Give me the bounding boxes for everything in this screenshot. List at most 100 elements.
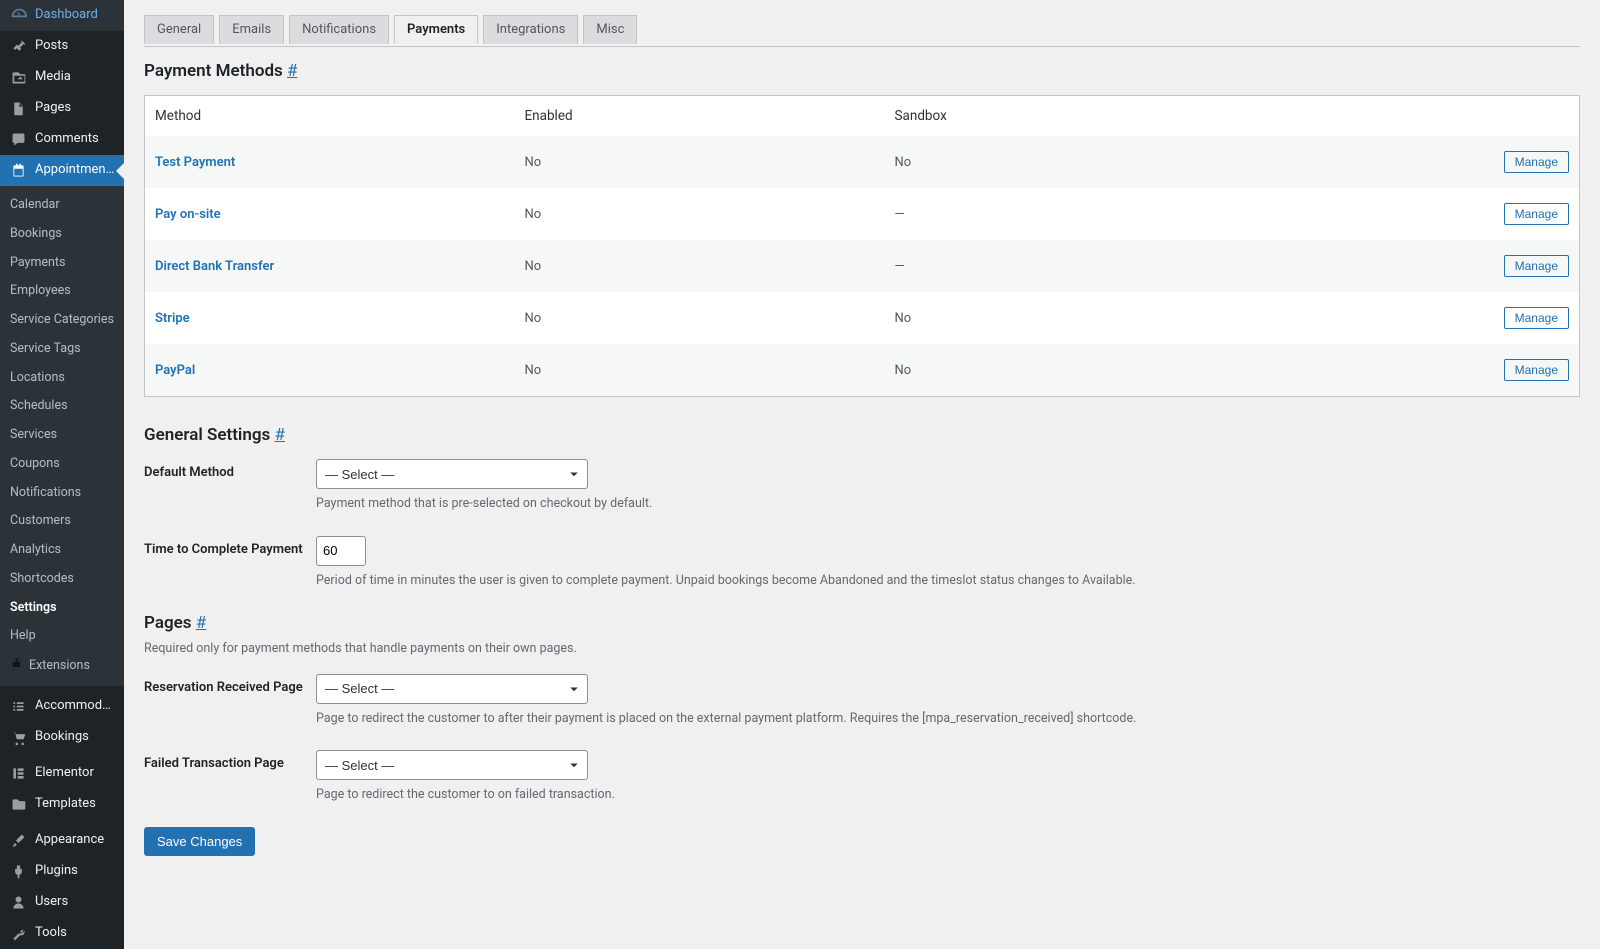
default-method-desc: Payment method that is pre-selected on c… (316, 495, 1580, 514)
submenu-item-service-categories[interactable]: Service Categories (0, 306, 124, 335)
sandbox-cell: No (885, 136, 1255, 188)
sidebar-item-users[interactable]: Users (0, 887, 124, 918)
list-icon (10, 698, 27, 715)
submenu-item-payments[interactable]: Payments (0, 249, 124, 278)
submenu-item-analytics[interactable]: Analytics (0, 536, 124, 565)
reservation-page-row: Reservation Received Page — Select — Pag… (144, 674, 1580, 729)
col-sandbox-header: Sandbox (885, 96, 1255, 137)
sidebar-item-appearance[interactable]: Appearance (0, 825, 124, 856)
enabled-cell: No (515, 136, 885, 188)
save-changes-button[interactable]: Save Changes (144, 827, 255, 856)
reservation-page-desc: Page to redirect the customer to after t… (316, 710, 1580, 729)
manage-button[interactable]: Manage (1504, 307, 1569, 329)
pages-icon (10, 100, 27, 117)
submenu-item-services[interactable]: Services (0, 421, 124, 450)
sidebar-item-tools[interactable]: Tools (0, 918, 124, 949)
sidebar-item-label: Media (35, 69, 71, 86)
time-to-complete-desc: Period of time in minutes the user is gi… (316, 572, 1580, 591)
tab-general[interactable]: General (144, 15, 214, 44)
col-enabled-header: Enabled (515, 96, 885, 137)
table-row: Test Payment NoNo Manage (145, 136, 1580, 188)
tab-integrations[interactable]: Integrations (483, 15, 578, 44)
sidebar-item-label: Tools (35, 925, 67, 942)
submenu-item-shortcodes[interactable]: Shortcodes (0, 565, 124, 594)
enabled-cell: No (515, 292, 885, 344)
method-link[interactable]: Test Payment (155, 155, 235, 170)
sidebar-item-label: Templates (35, 796, 96, 813)
cart-icon (10, 729, 27, 746)
payment-methods-heading: Payment Methods # (144, 61, 1580, 81)
failed-page-select[interactable]: — Select — (316, 750, 588, 780)
submenu-item-calendar[interactable]: Calendar (0, 191, 124, 220)
pages-heading: Pages # (144, 613, 1580, 633)
reservation-page-select[interactable]: — Select — (316, 674, 588, 704)
manage-button[interactable]: Manage (1504, 203, 1569, 225)
elementor-icon (10, 765, 27, 782)
submenu-item-employees[interactable]: Employees (0, 277, 124, 306)
sidebar-item-elementor[interactable]: Elementor (0, 758, 124, 789)
default-method-select[interactable]: — Select — (316, 459, 588, 489)
sidebar-item-posts[interactable]: Posts (0, 31, 124, 62)
brush-icon (10, 832, 27, 849)
method-link[interactable]: PayPal (155, 363, 195, 378)
media-icon (10, 69, 27, 86)
submenu-item-help[interactable]: Help (0, 622, 124, 651)
manage-button[interactable]: Manage (1504, 151, 1569, 173)
sidebar-item-label: Bookings (35, 729, 89, 746)
sidebar-item-media[interactable]: Media (0, 62, 124, 93)
enabled-cell: No (515, 344, 885, 397)
tab-payments[interactable]: Payments (394, 15, 478, 44)
submenu-item-settings[interactable]: Settings (0, 594, 124, 623)
content-area: GeneralEmailsNotificationsPaymentsIntegr… (124, 0, 1600, 949)
sidebar-item-label: Elementor (35, 765, 94, 782)
table-row: Pay on-siteNo—Manage (145, 188, 1580, 240)
gauge-icon (10, 7, 27, 24)
submenu-item-service-tags[interactable]: Service Tags (0, 335, 124, 364)
submenu-item-locations[interactable]: Locations (0, 364, 124, 393)
sidebar-item-label: Posts (35, 38, 68, 55)
folder-icon (10, 796, 27, 813)
sidebar-item-label: Appearance (35, 832, 104, 849)
method-link[interactable]: Stripe (155, 311, 190, 326)
tab-notifications[interactable]: Notifications (289, 15, 389, 44)
general-settings-anchor[interactable]: # (274, 425, 284, 445)
submenu-item-customers[interactable]: Customers (0, 507, 124, 536)
sidebar-item-accommodation[interactable]: Accommodation (0, 691, 124, 722)
calendar-icon (10, 162, 27, 179)
sandbox-cell: No (885, 344, 1255, 397)
sidebar-item-templates[interactable]: Templates (0, 789, 124, 820)
payment-methods-anchor[interactable]: # (287, 61, 297, 81)
payment-methods-table: Method Enabled Sandbox Test PaymentNoNoM… (144, 95, 1580, 397)
sidebar-item-dashboard[interactable]: Dashboard (0, 0, 124, 31)
sidebar-item-label: Dashboard (35, 7, 98, 24)
sidebar-item-comments[interactable]: Comments (0, 124, 124, 155)
time-to-complete-input[interactable] (316, 536, 366, 566)
enabled-cell: No (515, 188, 885, 240)
submenu-item-bookings[interactable]: Bookings (0, 220, 124, 249)
sidebar-item-pages[interactable]: Pages (0, 93, 124, 124)
appointments-submenu: CalendarBookingsPaymentsEmployeesService… (0, 186, 124, 686)
table-row: StripeNoNoManage (145, 292, 1580, 344)
admin-sidebar: Dashboard Posts Media Pages Comments Appointm… (0, 0, 124, 949)
plug-icon (10, 863, 27, 880)
sidebar-item-plugins[interactable]: Plugins (0, 856, 124, 887)
table-row: PayPal NoNo Manage (145, 344, 1580, 397)
sandbox-cell: — (885, 240, 1255, 292)
tab-emails[interactable]: Emails (219, 15, 284, 44)
sidebar-item-label: Accommodation (35, 698, 116, 715)
general-settings-heading: General Settings # (144, 425, 1580, 445)
method-link[interactable]: Pay on-site (155, 207, 221, 222)
sidebar-item-label: Comments (35, 131, 99, 148)
method-link[interactable]: Direct Bank Transfer (155, 259, 274, 274)
manage-button[interactable]: Manage (1504, 255, 1569, 277)
tab-misc[interactable]: Misc (583, 15, 637, 44)
submenu-item-notifications[interactable]: Notifications (0, 479, 124, 508)
manage-button[interactable]: Manage (1504, 359, 1569, 381)
submenu-item-coupons[interactable]: Coupons (0, 450, 124, 479)
submenu-item-schedules[interactable]: Schedules (0, 392, 124, 421)
submenu-item-extensions[interactable]: Extensions (0, 651, 124, 681)
sidebar-item-appointments[interactable]: Appointments (0, 155, 124, 186)
pages-anchor[interactable]: # (196, 613, 206, 633)
col-method-header: Method (145, 96, 515, 137)
sidebar-item-bookings[interactable]: Bookings (0, 722, 124, 753)
